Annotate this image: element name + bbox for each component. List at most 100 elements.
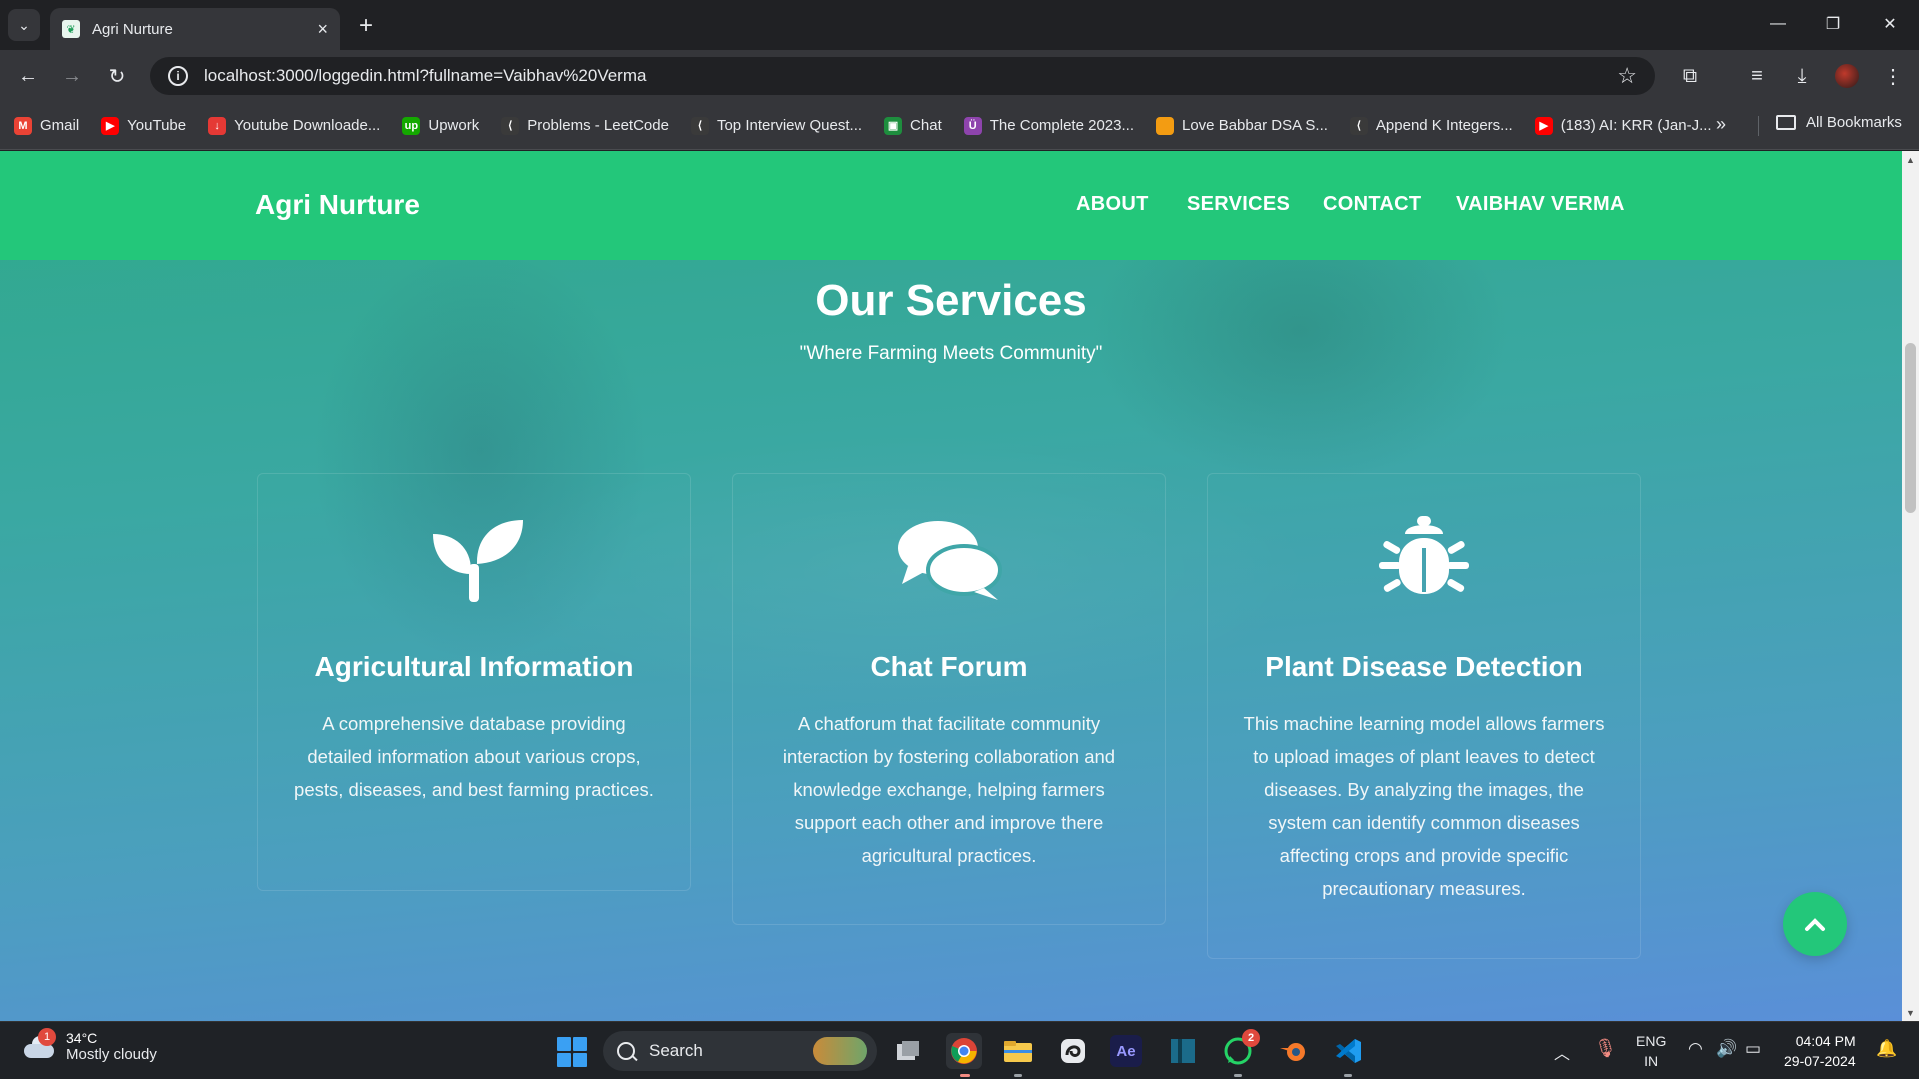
forward-button[interactable]: → (56, 60, 88, 92)
language-indicator[interactable]: ENG IN (1636, 1031, 1666, 1071)
nav-user-name[interactable]: VAIBHAV VERMA (1456, 193, 1625, 216)
taskbar-search[interactable]: Search (603, 1031, 877, 1071)
tab-close-icon[interactable]: × (317, 19, 328, 40)
bookmark-favicon-icon: ⟨ (501, 116, 520, 135)
nav-services[interactable]: SERVICES (1187, 193, 1290, 216)
browser-toolbar: ← → ↻ i localhost:3000/loggedin.html?ful… (0, 50, 1919, 102)
media-controls-icon[interactable]: ≡ (1743, 62, 1771, 90)
region-code: IN (1644, 1053, 1659, 1069)
bookmark-label: Problems - LeetCode (527, 117, 669, 134)
active-tab[interactable]: ❦ Agri Nurture × (50, 8, 340, 50)
new-tab-button[interactable]: + (352, 12, 380, 40)
site-brand[interactable]: Agri Nurture (255, 189, 420, 221)
nav-about[interactable]: ABOUT (1076, 193, 1149, 216)
service-card-disease-detection[interactable]: Plant Disease Detection This machine lea… (1207, 473, 1641, 959)
scroll-down-arrow-icon[interactable]: ▼ (1902, 1004, 1919, 1021)
bookmark-label: Youtube Downloade... (234, 117, 381, 134)
menu-kebab-icon[interactable]: ⋮ (1879, 62, 1907, 90)
bookmark-item[interactable]: ⟨ Problems - LeetCode (501, 116, 669, 135)
tray-overflow-chevron-icon[interactable]: ︿ (1554, 1040, 1570, 1064)
service-card-agricultural-info[interactable]: Agricultural Information A comprehensive… (257, 473, 691, 891)
bookmark-item[interactable]: up Upwork (402, 116, 480, 135)
restore-button[interactable]: ❐ (1813, 8, 1853, 40)
card-description: This machine learning model allows farme… (1243, 713, 1605, 899)
app-blue-book-icon[interactable] (1165, 1033, 1201, 1069)
vscode-icon[interactable] (1330, 1033, 1366, 1069)
microphone-icon[interactable]: 🎙 (1594, 1038, 1617, 1059)
nav-contact[interactable]: CONTACT (1323, 193, 1421, 216)
downloads-icon[interactable]: ⤓ (1788, 62, 1816, 90)
bookmark-favicon-icon: up (402, 116, 421, 135)
card-title: Plant Disease Detection (1265, 651, 1583, 682)
weather-condition: Mostly cloudy (66, 1046, 157, 1063)
minimize-button[interactable]: — (1758, 8, 1798, 40)
chrome-app-icon[interactable] (946, 1033, 982, 1069)
extensions-icon[interactable]: ⧉ (1676, 62, 1704, 90)
bookmarks-divider (1758, 116, 1759, 136)
scroll-up-arrow-icon[interactable]: ▲ (1902, 151, 1919, 168)
system-clock[interactable]: 04:04 PM 29-07-2024 (1784, 1031, 1856, 1071)
bookmarks-bar: M Gmail ▶ YouTube ↓ Youtube Downloade... up Upw… (0, 102, 1919, 150)
bookmarks-overflow-icon[interactable]: » (1716, 114, 1726, 135)
bookmark-label: Append K Integers... (1375, 117, 1513, 134)
bookmark-label: Gmail (40, 117, 80, 134)
all-bookmarks-button[interactable]: All Bookmarks (1776, 114, 1902, 131)
bookmark-star-icon[interactable]: ☆ (1617, 63, 1637, 89)
whatsapp-icon[interactable]: 2 (1220, 1029, 1260, 1069)
snipping-tool-icon[interactable] (1055, 1033, 1091, 1069)
close-window-button[interactable]: ✕ (1870, 8, 1910, 40)
reload-button[interactable]: ↻ (101, 60, 133, 92)
section-subtitle: "Where Farming Meets Community" (799, 343, 1103, 364)
page-scrollbar[interactable]: ▲ ▼ (1902, 151, 1919, 1021)
profile-avatar[interactable] (1835, 64, 1859, 88)
whatsapp-badge: 2 (1242, 1029, 1260, 1047)
tab-search-button[interactable]: ⌄ (8, 9, 40, 41)
whatsapp-running-indicator (1234, 1074, 1242, 1077)
chrome-active-indicator (960, 1074, 970, 1077)
url-text[interactable]: localhost:3000/loggedin.html?fullname=Va… (204, 66, 1617, 86)
comments-icon (898, 521, 1002, 600)
bookmark-favicon-icon: M (14, 116, 32, 135)
wifi-icon[interactable]: ◠ (1688, 1039, 1703, 1059)
search-highlight-image (813, 1037, 867, 1065)
start-button[interactable] (557, 1037, 587, 1067)
task-view-icon[interactable] (890, 1033, 926, 1069)
card-title: Agricultural Information (314, 651, 634, 682)
site-info-icon[interactable]: i (168, 66, 188, 86)
back-to-top-button[interactable] (1783, 892, 1847, 956)
blender-icon[interactable] (1275, 1033, 1311, 1069)
seedling-icon (433, 520, 523, 602)
file-explorer-icon[interactable] (1000, 1033, 1036, 1069)
bookmark-item[interactable]: Ü The Complete 2023... (963, 116, 1134, 135)
bookmark-item[interactable]: ▶ (183) AI: KRR (Jan-J... (1534, 116, 1712, 135)
notification-bell-icon[interactable]: 🔔 (1876, 1039, 1897, 1059)
after-effects-icon[interactable]: Ae (1110, 1035, 1142, 1067)
search-icon (617, 1042, 635, 1060)
address-bar[interactable]: i localhost:3000/loggedin.html?fullname=… (150, 57, 1655, 95)
bookmark-item[interactable]: ⟨ Top Interview Quest... (690, 116, 863, 135)
bookmark-item[interactable]: ▣ Chat (884, 116, 942, 135)
back-button[interactable]: ← (12, 60, 44, 92)
browser-tab-bar: ⌄ ❦ Agri Nurture × + — ❐ ✕ (0, 0, 1919, 50)
bookmark-item[interactable]: ▶ YouTube (101, 116, 186, 135)
scroll-thumb[interactable] (1905, 343, 1916, 513)
weather-widget[interactable]: 1 34°C Mostly cloudy (22, 1027, 157, 1063)
bookmark-item[interactable]: Love Babbar DSA S... (1156, 116, 1328, 135)
bookmark-item[interactable]: M Gmail (14, 116, 80, 135)
cloud-icon: 1 (22, 1027, 56, 1060)
bookmark-label: Chat (910, 117, 942, 134)
battery-icon[interactable]: ▭ (1745, 1039, 1761, 1059)
volume-icon[interactable]: 🔊 (1716, 1039, 1737, 1059)
clock-date: 29-07-2024 (1784, 1053, 1856, 1069)
weather-badge: 1 (38, 1027, 56, 1046)
bookmark-favicon-icon: Ü (963, 116, 982, 135)
bookmark-label: Top Interview Quest... (716, 117, 863, 134)
service-card-chat-forum[interactable]: Chat Forum A chatforum that facilitate c… (732, 473, 1166, 925)
bookmark-label: Love Babbar DSA S... (1182, 117, 1328, 134)
bookmark-label: Upwork (428, 117, 480, 134)
bookmark-item[interactable]: ⟨ Append K Integers... (1349, 116, 1513, 135)
bookmark-item[interactable]: ↓ Youtube Downloade... (208, 116, 381, 135)
all-bookmarks-label: All Bookmarks (1806, 114, 1902, 131)
page-viewport: Agri Nurture ABOUT SERVICES CONTACT VAIB… (0, 151, 1902, 1021)
site-navbar: Agri Nurture ABOUT SERVICES CONTACT VAIB… (0, 151, 1902, 260)
